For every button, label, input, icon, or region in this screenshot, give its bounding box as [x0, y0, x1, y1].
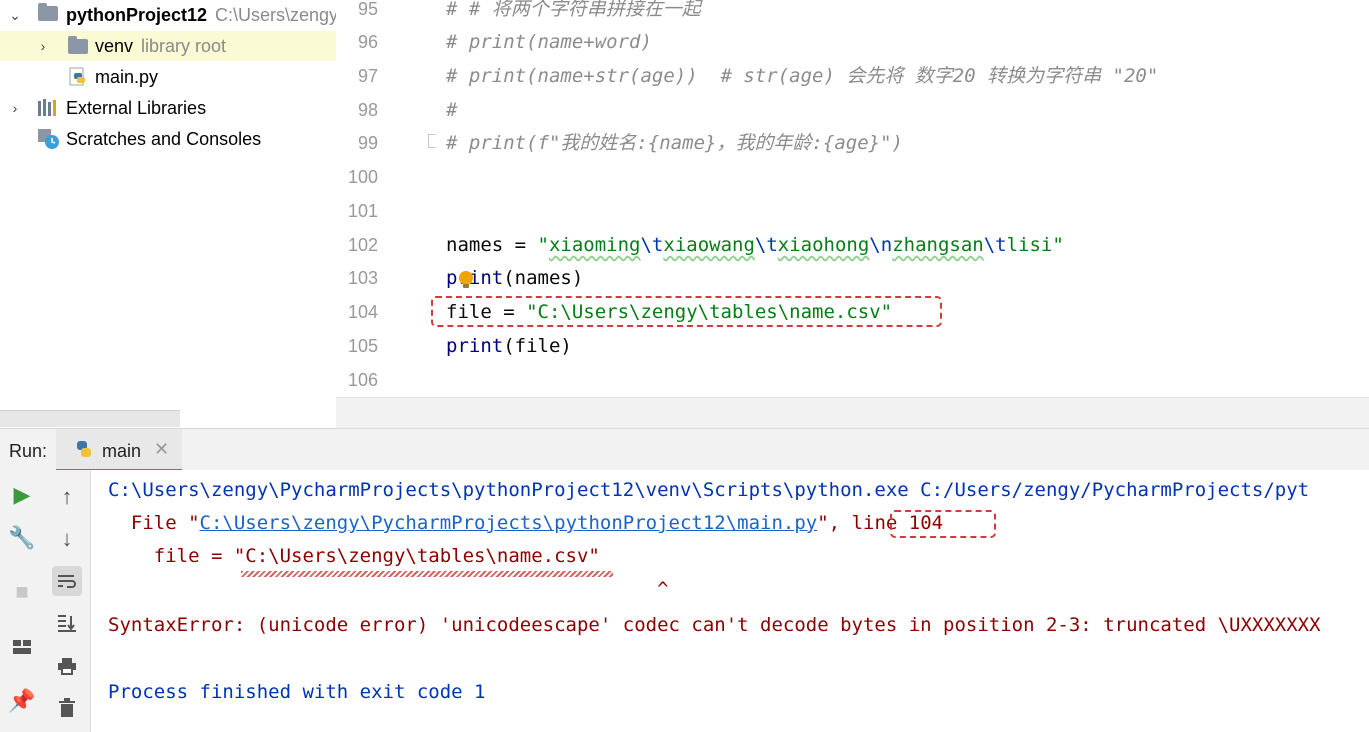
tree-item-scratches[interactable]: Scratches and Consoles [0, 124, 336, 154]
traceback-suffix: ", [817, 512, 852, 534]
project-name: pythonProject12 [66, 4, 208, 25]
tree-item-venv[interactable]: › venv library root [0, 31, 336, 61]
code-token-escape: \t [983, 234, 1007, 256]
annotation-highlight-box [431, 296, 942, 327]
scratches-label: Scratches and Consoles [66, 128, 262, 149]
code-line-97: # print(name+str(age)) # str(age) 会先将 数字… [446, 65, 1159, 87]
line-number: 101 [347, 201, 378, 221]
arrow-down-icon[interactable]: ↓ [52, 524, 82, 554]
code-line-102: names = "xiaoming\txiaowang\txiaohong\nz… [446, 228, 1064, 262]
code-token-function: print [446, 267, 504, 289]
code-token-escape: \t [640, 234, 664, 256]
print-icon[interactable] [52, 651, 82, 681]
code-token-string: xiaohong [777, 234, 870, 256]
tab-label: main [102, 441, 142, 461]
venv-label: venv [95, 35, 134, 56]
code-line-99: # print(f"我的姓名:{name}，我的年龄:{age}") [446, 132, 903, 154]
python-file-icon [69, 67, 85, 86]
folder-icon [38, 3, 58, 21]
line-number: 100 [347, 167, 378, 187]
arrow-up-icon[interactable]: ↑ [52, 482, 82, 512]
tab-main[interactable]: main ✕ [56, 429, 182, 472]
chevron-right-icon[interactable]: › [36, 38, 50, 54]
scroll-to-end-icon[interactable] [52, 608, 82, 638]
code-line-96: # print(name+word) [446, 31, 652, 53]
code-token-args: (names) [503, 267, 584, 289]
library-icon [38, 99, 56, 116]
line-number: 106 [347, 370, 378, 390]
close-icon[interactable]: ✕ [154, 439, 169, 460]
play-icon[interactable]: ▶ [7, 480, 37, 510]
code-token-string: xiaowang [663, 234, 755, 256]
run-panel-header: Run: main ✕ [0, 428, 1369, 472]
run-toolbar-secondary: ↑ ↓ [44, 470, 91, 732]
console-caret-line: ^ [108, 578, 669, 600]
intention-bulb-icon[interactable] [459, 271, 473, 288]
line-number: 103 [347, 268, 378, 288]
trash-icon[interactable] [52, 693, 82, 723]
code-editor[interactable]: # # 将两个字符串拼接在一起 # print(name+word) # pri… [436, 0, 1369, 397]
tree-item-external-libraries[interactable]: › External Libraries [0, 93, 336, 123]
line-number: 95 [357, 0, 378, 19]
line-number: 105 [347, 336, 378, 356]
traceback-prefix: File " [108, 512, 200, 534]
external-libraries-label: External Libraries [66, 97, 207, 118]
code-token-escape: \t [754, 234, 778, 256]
line-number: 102 [347, 235, 378, 255]
project-scrollbar[interactable] [0, 410, 180, 427]
scratches-icon [38, 129, 59, 149]
code-line-105: print(file) [446, 329, 572, 363]
soft-wrap-icon[interactable] [52, 566, 82, 596]
code-token-var: names = [446, 234, 538, 256]
annotation-highlight-box [890, 510, 996, 538]
chevron-right-icon[interactable]: › [8, 100, 22, 116]
run-toolbar-primary: ▶ 🔧 ■ 📌 [0, 470, 45, 732]
tree-item-project-root[interactable]: ⌄ pythonProject12 C:\Users\zengy [0, 0, 336, 30]
code-line-95: # # 将两个字符串拼接在一起 [446, 0, 701, 20]
layout-icon[interactable] [7, 632, 37, 662]
line-number: 99 [357, 133, 378, 153]
line-number: 104 [347, 302, 378, 322]
code-token-string: lisi [1006, 234, 1053, 256]
project-panel: ⌄ pythonProject12 C:\Users\zengy › venv … [0, 0, 336, 410]
traceback-file-link[interactable]: C:\Users\zengy\PycharmProjects\pythonPro… [200, 512, 818, 534]
run-label: Run: [9, 441, 48, 461]
stop-icon[interactable]: ■ [7, 577, 37, 607]
wrench-icon[interactable]: 🔧 [7, 523, 37, 553]
editor-bottom-bar [336, 397, 1369, 428]
line-number: 97 [357, 66, 378, 86]
console-command-line: C:\Users\zengy\PycharmProjects\pythonPro… [108, 479, 1310, 501]
venv-hint: library root [141, 35, 227, 56]
console-code-line: file = "C:\Users\zengy\tables\name.csv" [108, 545, 600, 567]
console-output[interactable]: C:\Users\zengy\PycharmProjects\pythonPro… [91, 470, 1369, 732]
console-finished-line: Process finished with exit code 1 [108, 681, 486, 703]
code-token-quote: " [1052, 234, 1064, 256]
code-token-function: print [446, 335, 504, 357]
code-token-escape: \n [869, 234, 893, 256]
code-line-98: # [446, 99, 458, 121]
tree-item-main-py[interactable]: main.py [0, 62, 336, 92]
line-number: 96 [357, 32, 378, 52]
pin-icon[interactable]: 📌 [7, 686, 37, 716]
code-token-args: (file) [503, 335, 572, 357]
main-py-label: main.py [95, 66, 159, 87]
console-traceback-file: File "C:\Users\zengy\PycharmProjects\pyt… [108, 507, 943, 540]
code-token-string: xiaoming [548, 234, 641, 256]
line-number: 98 [357, 100, 378, 120]
folder-icon [68, 36, 88, 54]
code-token-quote: " [537, 234, 549, 256]
chevron-down-icon[interactable]: ⌄ [8, 7, 22, 24]
project-path: C:\Users\zengy [215, 4, 336, 25]
code-token-string: zhangsan [892, 234, 984, 256]
annotation-squiggle [241, 571, 613, 577]
console-error-line: SyntaxError: (unicode error) 'unicodeesc… [108, 614, 1321, 636]
python-icon [77, 441, 91, 457]
line-number-gutter: 95 96 97 98 99 100 101 102 103 104 105 1… [336, 0, 437, 397]
